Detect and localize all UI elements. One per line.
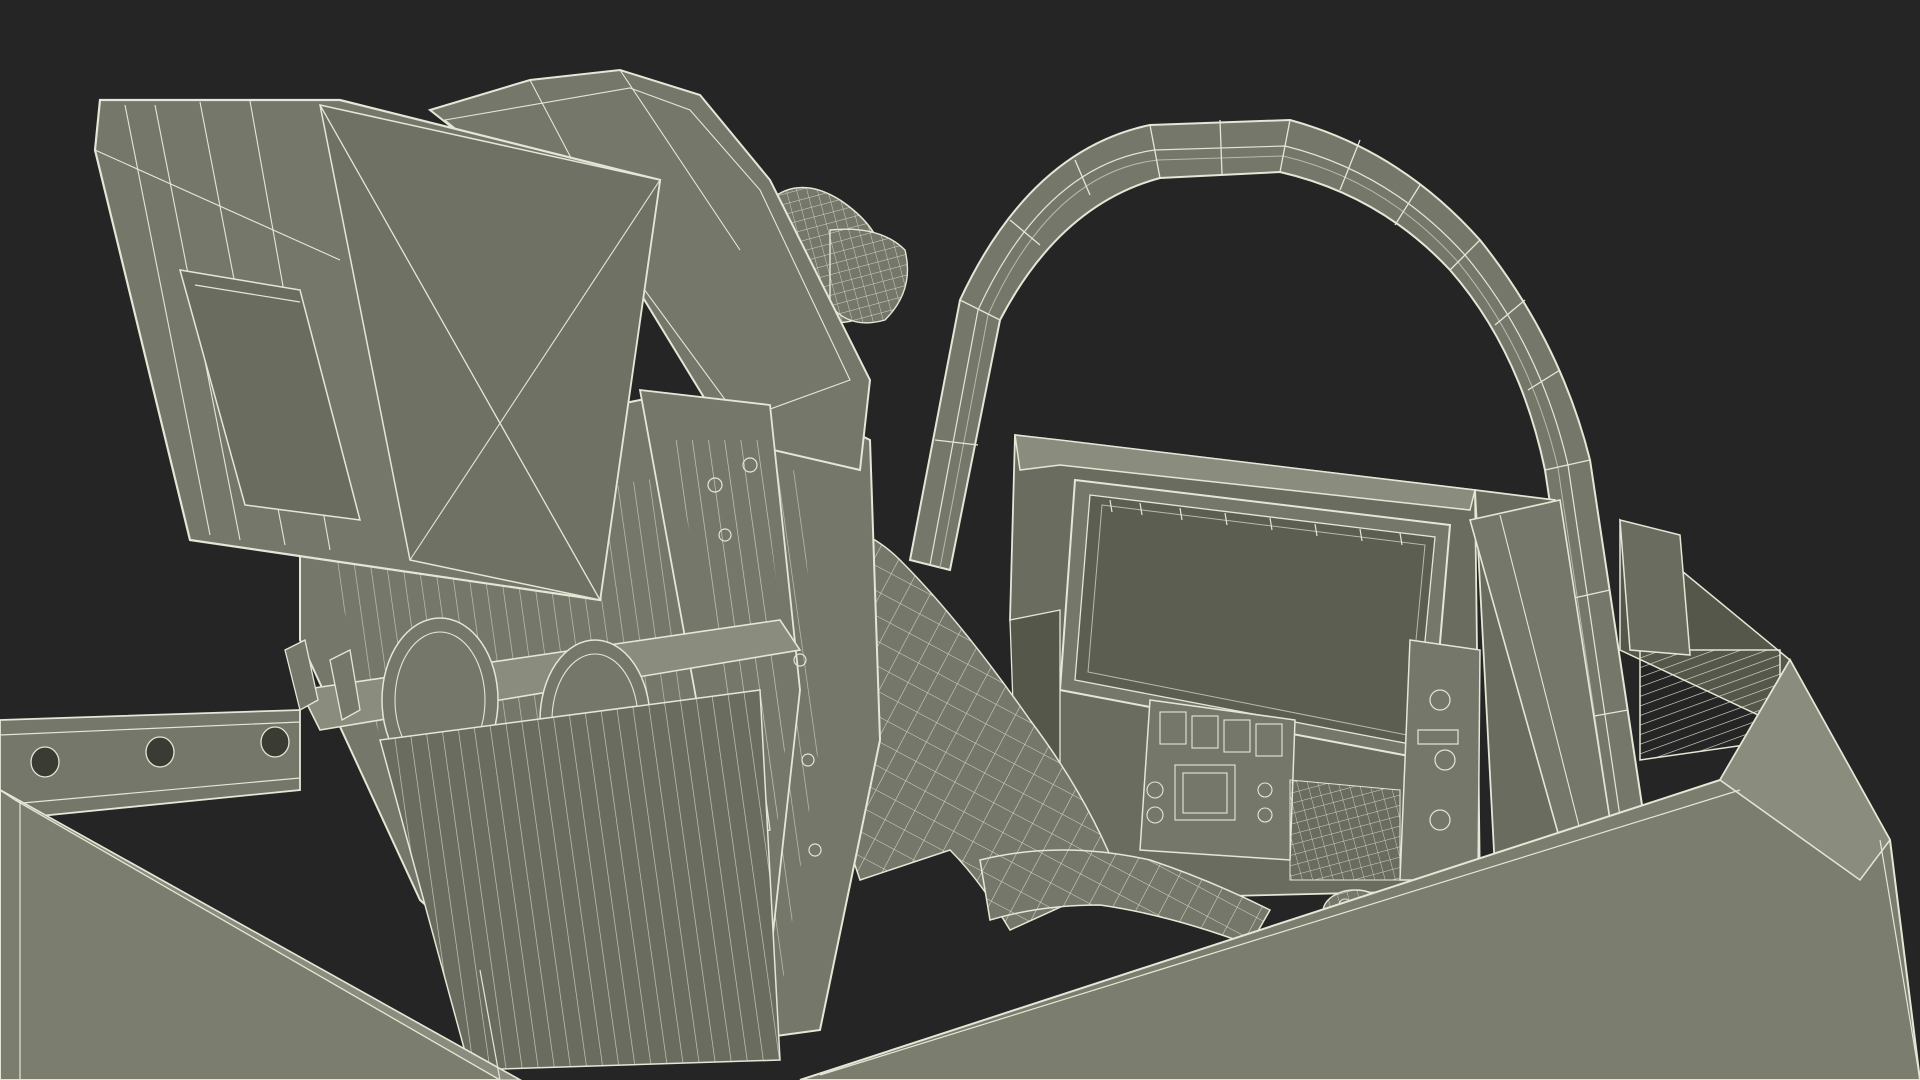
render-viewport [0, 0, 1920, 1080]
cockpit-wireframe-render [0, 0, 1920, 1080]
